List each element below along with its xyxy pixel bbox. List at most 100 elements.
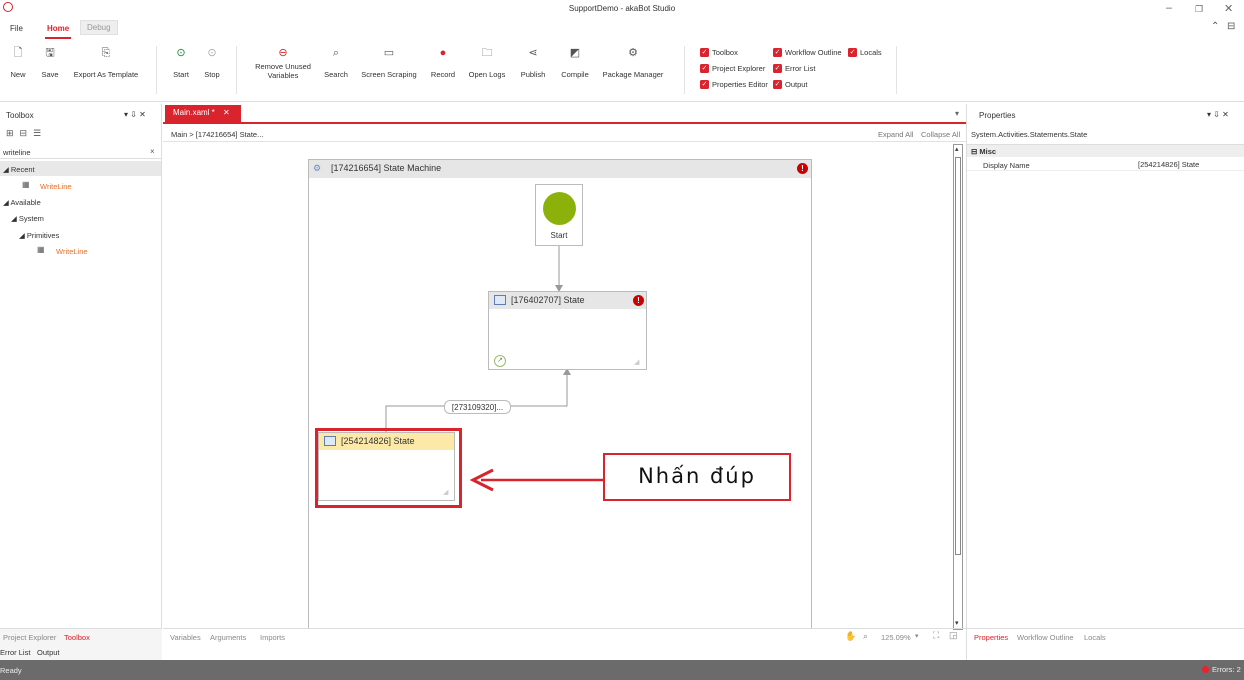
record-label: Record	[430, 70, 456, 79]
transition-label[interactable]: [273109320]...	[444, 400, 511, 414]
chevron-up-icon[interactable]: ⌃	[1211, 21, 1219, 32]
vertical-scrollbar[interactable]: ▴ ▾	[953, 144, 963, 630]
close-icon[interactable]: ✕	[1224, 2, 1233, 15]
tab-output[interactable]: Output	[37, 648, 60, 657]
package-manager-button[interactable]: ⚙ Package Manager	[600, 46, 666, 79]
properties-category: ⊟ Misc	[971, 147, 997, 156]
search-icon: ⌕	[332, 47, 340, 59]
expand-tree-icon[interactable]: ⊞	[6, 128, 20, 138]
menu-home[interactable]: Home	[44, 24, 72, 39]
collapse-tree-icon[interactable]: ⊟	[20, 128, 34, 138]
fit-screen-icon[interactable]: ⛶	[933, 630, 939, 641]
play-icon: ⊙	[176, 47, 186, 59]
publish-label: Publish	[520, 70, 546, 79]
ribbon-divider	[896, 46, 897, 94]
remove-unused-label-2: Variables	[267, 71, 299, 80]
screen-scraping-button[interactable]: ▭ Screen Scraping	[358, 46, 420, 79]
remove-unused-variables-button[interactable]: ⊖ Remove Unused Variables	[250, 46, 316, 80]
toggle-output[interactable]: ✓ Output	[773, 80, 808, 89]
scroll-down-icon[interactable]: ▾	[955, 619, 959, 627]
toggle-toolbox[interactable]: ✓ Toolbox	[700, 48, 738, 57]
tree-primitives-writeline[interactable]: WriteLine	[56, 247, 88, 256]
export-icon: ⎘	[101, 47, 111, 59]
menu-debug[interactable]: Debug	[80, 20, 118, 35]
search-label: Search	[324, 70, 348, 79]
save-icon: 🖫	[45, 47, 55, 59]
tab-locals[interactable]: Locals	[1084, 633, 1106, 642]
tree-system[interactable]: ◢ System	[11, 214, 44, 223]
editor-bottom-bar: Variables Arguments Imports ✋ ⌕ 125.09% …	[163, 628, 966, 644]
toggle-output-label: Output	[785, 80, 808, 89]
properties-category-row[interactable]: ⊟ Misc	[967, 144, 1244, 157]
checkbox-checked-icon: ✓	[773, 48, 782, 57]
variables-tab[interactable]: Variables	[170, 633, 201, 642]
open-logs-button[interactable]: 🗀 Open Logs	[466, 46, 508, 79]
tree-recent-row[interactable]: ◢ Recent	[0, 161, 161, 176]
new-button[interactable]: 🗋 New	[6, 46, 30, 79]
publish-button[interactable]: ⋖ Publish	[516, 46, 550, 79]
clear-search-icon[interactable]: ×	[150, 147, 155, 156]
toolbox-pin-close[interactable]: ▾ ⇩ ✕	[124, 110, 146, 119]
export-template-button[interactable]: ⎘ Export As Template	[70, 46, 142, 79]
tree-recent: ◢ Recent	[3, 165, 35, 174]
callout-box: Nhấn đúp	[603, 453, 791, 501]
search-button[interactable]: ⌕ Search	[322, 46, 350, 79]
overview-icon[interactable]: ◲	[949, 630, 958, 641]
resize-grip-icon[interactable]: ◢	[443, 488, 448, 496]
activity-icon: ▦	[37, 245, 45, 254]
restore-icon[interactable]: ❐	[1195, 4, 1203, 15]
property-value-input[interactable]: [254214826] State	[1138, 160, 1199, 169]
toggle-toolbox-label: Toolbox	[712, 48, 738, 57]
tree-available[interactable]: ◢ Available	[3, 198, 41, 207]
error-icon[interactable]: !	[633, 295, 644, 306]
properties-pin-close[interactable]: ▾ ⇩ ✕	[1207, 110, 1229, 119]
hand-pan-icon[interactable]: ✋	[845, 631, 856, 642]
package-manager-label: Package Manager	[602, 70, 664, 79]
list-view-icon[interactable]: ☰	[33, 128, 47, 138]
scroll-up-icon[interactable]: ▴	[955, 145, 959, 153]
scrollbar-thumb[interactable]	[955, 157, 961, 555]
tab-error-list[interactable]: Error List	[0, 648, 30, 657]
arguments-tab[interactable]: Arguments	[210, 633, 246, 642]
save-button[interactable]: 🖫 Save	[38, 46, 62, 79]
minimize-icon[interactable]: –	[1166, 2, 1172, 14]
state-title: [254214826] State	[341, 436, 415, 446]
tree-primitives[interactable]: ◢ Primitives	[19, 231, 59, 240]
checkbox-checked-icon: ✓	[773, 64, 782, 73]
checkbox-checked-icon: ✓	[700, 64, 709, 73]
status-errors[interactable]: Errors: 2	[1212, 665, 1241, 674]
tree-recent-writeline[interactable]: WriteLine	[40, 182, 72, 191]
share-icon: ⋖	[528, 47, 538, 59]
menu-file[interactable]: File	[10, 24, 23, 33]
resize-grip-icon[interactable]: ◢	[634, 358, 639, 366]
tab-workflow-outline[interactable]: Workflow Outline	[1017, 633, 1074, 642]
toggle-error-list[interactable]: ✓ Error List	[773, 64, 815, 73]
status-ready: Ready	[0, 666, 22, 675]
tab-toolbox[interactable]: Toolbox	[64, 633, 90, 642]
toggle-properties-editor[interactable]: ✓ Properties Editor	[700, 80, 768, 89]
state-254214826[interactable]: [254214826] State ◢	[318, 432, 455, 501]
toggle-workflow-outline[interactable]: ✓ Workflow Outline	[773, 48, 842, 57]
ribbon-pin-icon[interactable]: ⊟	[1227, 21, 1235, 32]
new-label: New	[10, 70, 26, 79]
compile-button[interactable]: ◩ Compile	[556, 46, 594, 79]
tab-project-explorer[interactable]: Project Explorer	[3, 633, 56, 642]
zoom-dropdown-icon[interactable]: ▾	[915, 632, 919, 640]
toggle-error-list-label: Error List	[785, 64, 816, 73]
imports-tab[interactable]: Imports	[260, 633, 285, 642]
toggle-project-explorer[interactable]: ✓ Project Explorer	[700, 64, 765, 73]
property-row-display-name[interactable]: Display Name [254214826] State	[967, 157, 1244, 171]
toggle-locals[interactable]: ✓ Locals	[848, 48, 882, 57]
tab-properties[interactable]: Properties	[974, 633, 1008, 642]
toolbox-search-input[interactable]: writeline ×	[0, 146, 161, 159]
zoom-icon[interactable]: ⌕	[863, 631, 868, 642]
zoom-level[interactable]: 125.09%	[881, 633, 911, 642]
stop-icon: ⊙	[207, 47, 217, 59]
ribbon: 🗋 New 🖫 Save ⎘ Export As Template ⊙ Start ⊙ S…	[0, 40, 1244, 102]
ribbon-divider	[684, 46, 685, 94]
start-button[interactable]: ⊙ Start	[170, 46, 192, 79]
record-button[interactable]: ● Record	[428, 46, 458, 79]
state-176402707[interactable]: [176402707] State ! ↗ ◢	[488, 291, 647, 370]
checkbox-checked-icon: ✓	[773, 80, 782, 89]
stop-button[interactable]: ⊙ Stop	[201, 46, 223, 79]
